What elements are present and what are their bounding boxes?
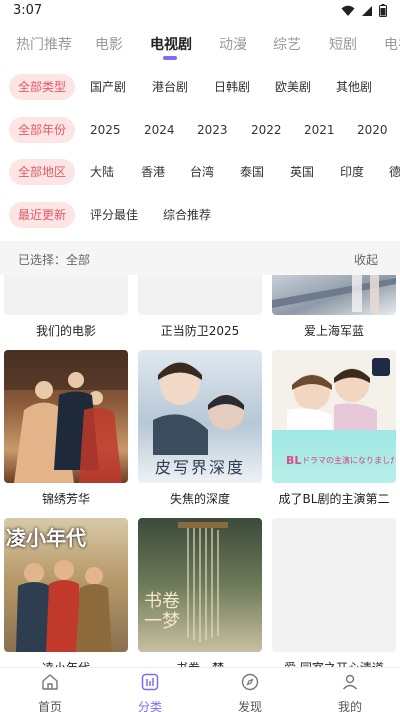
poster-caption: 皮写界深度 [154,458,245,477]
nav-label: 分类 [137,700,162,712]
nav-discover[interactable]: 发现 [220,672,280,712]
poster-image [4,350,128,483]
chip-year-2023[interactable]: 2023 [197,117,228,143]
poster-image [138,275,262,315]
poster-image: 书卷一梦 [138,518,262,652]
collapse-button[interactable]: 收起 [354,251,378,268]
chip-region-hongkong[interactable]: 香港 [141,159,165,185]
selection-label: 已选择：全部 [18,253,91,267]
content-card[interactable]: 我们的电影 [4,275,128,340]
filter-row-sort: 最近更新 评分最佳 综合推荐 [0,202,400,230]
card-title: 失焦的深度 [169,492,230,506]
tab-hot[interactable]: 热门推荐 [16,34,72,54]
chip-region-germany[interactable]: 德 [389,159,400,185]
tab-movie[interactable]: 电影 [95,34,123,54]
card-title: 爱上海军蓝 [303,324,364,338]
chip-region-india[interactable]: 印度 [340,159,364,185]
chip-sort-recent[interactable]: 最近更新 [9,202,76,228]
card-title: 成了BL剧的主演第二 [278,492,390,506]
card-title: 书卷一梦 [138,659,262,667]
compass-icon [241,673,259,691]
tab-anime[interactable]: 动漫 [219,34,247,54]
status-time: 3:07 [13,3,43,18]
content-card[interactable]: 爱上海军蓝 [272,275,396,340]
nav-category[interactable]: 分类 [120,672,180,712]
chip-sort-overall[interactable]: 综合推荐 [163,202,211,228]
poster-image: 皮写界深度 [138,350,262,483]
selection-bar: 已选择：全部 收起 [0,241,400,275]
nav-profile[interactable]: 我的 [320,672,380,712]
chip-type-other[interactable]: 其他剧 [336,74,372,100]
tab-tv[interactable]: 电视剧 [150,34,192,54]
nav-label: 我的 [337,700,362,712]
nav-label: 发现 [237,700,262,712]
content-card[interactable]: BL ドラマの主演になりました 成了BL剧的主演第二 [272,350,396,508]
poster-art [4,350,128,483]
chip-sort-rating[interactable]: 评分最佳 [90,202,138,228]
tab-short[interactable]: 短剧 [329,34,357,54]
content-card[interactable]: 皮写界深度 失焦的深度 [138,350,262,508]
chip-region-uk[interactable]: 英国 [290,159,314,185]
chip-year-2022[interactable]: 2022 [251,117,282,143]
content-grid: 我们的电影 正当防卫2025 爱上海军蓝 锦绣芳华 皮写界深度 失焦的深度 BL… [0,275,400,667]
poster-art [272,275,396,313]
status-icons [341,4,387,17]
filter-row-year: 全部年份 2025 2024 2023 2022 2021 2020 [0,117,400,145]
nav-label: 首页 [37,700,62,712]
filter-row-type: 全部类型 国产剧 港台剧 日韩剧 欧美剧 其他剧 [0,74,400,102]
chip-type-hktw[interactable]: 港台剧 [152,74,188,100]
chip-year-2024[interactable]: 2024 [144,117,175,143]
chip-region-thailand[interactable]: 泰国 [240,159,264,185]
home-icon [42,674,58,690]
chip-type-domestic[interactable]: 国产剧 [90,74,126,100]
tab-indicator [163,56,177,60]
signal-icon [362,5,372,16]
content-card[interactable]: 锦绣芳华 [4,350,128,508]
category-icon [141,673,159,691]
poster-image: 凌小年代 [4,518,128,652]
poster-badge: BL [286,454,302,467]
chip-type-all[interactable]: 全部类型 [9,74,76,100]
content-card[interactable]: 凌小年代 凌小年代 [4,518,128,667]
chip-year-2021[interactable]: 2021 [304,117,335,143]
poster-image: BL ドラマの主演になりました [272,350,396,483]
tab-variety[interactable]: 综艺 [273,34,301,54]
poster-image [272,518,396,652]
card-title: 爱 同室之开心清道 [272,659,396,667]
card-title: 正当防卫2025 [160,324,240,338]
card-title: 凌小年代 [4,659,128,667]
chip-year-2020[interactable]: 2020 [357,117,388,143]
chip-region-all[interactable]: 全部地区 [9,159,76,185]
content-card[interactable]: 爱 同室之开心清道 [272,518,396,667]
nav-home[interactable]: 首页 [20,672,80,712]
category-tabs: 热门推荐 电影 电视剧 动漫 综艺 短剧 电视 [0,30,400,60]
chip-year-all[interactable]: 全部年份 [9,117,76,143]
poster-image [4,275,128,315]
content-card[interactable]: 正当防卫2025 [138,275,262,340]
chip-type-jpkr[interactable]: 日韩剧 [214,74,250,100]
status-bar: 3:07 [0,0,400,24]
bottom-nav: 首页 分类 发现 我的 [0,667,400,712]
chip-region-taiwan[interactable]: 台湾 [190,159,214,185]
poster-subtitle: ドラマの主演になりました [302,456,394,465]
filter-row-region: 全部地区 大陆 香港 台湾 泰国 英国 印度 德 [0,159,400,187]
tab-tv-more[interactable]: 电视 [384,34,400,54]
content-card[interactable]: 书卷一梦 书卷一梦 [138,518,262,667]
user-icon [342,674,358,690]
poster-caption: 书卷一梦 [144,591,180,632]
wifi-icon [341,5,355,16]
chip-region-mainland[interactable]: 大陆 [90,159,114,185]
chip-type-western[interactable]: 欧美剧 [275,74,311,100]
poster-image [272,275,396,315]
card-title: 锦绣芳华 [41,492,90,506]
poster-caption: 凌小年代 [6,526,86,550]
battery-icon [379,4,387,17]
card-title: 我们的电影 [35,324,96,338]
chip-year-2025[interactable]: 2025 [90,117,121,143]
